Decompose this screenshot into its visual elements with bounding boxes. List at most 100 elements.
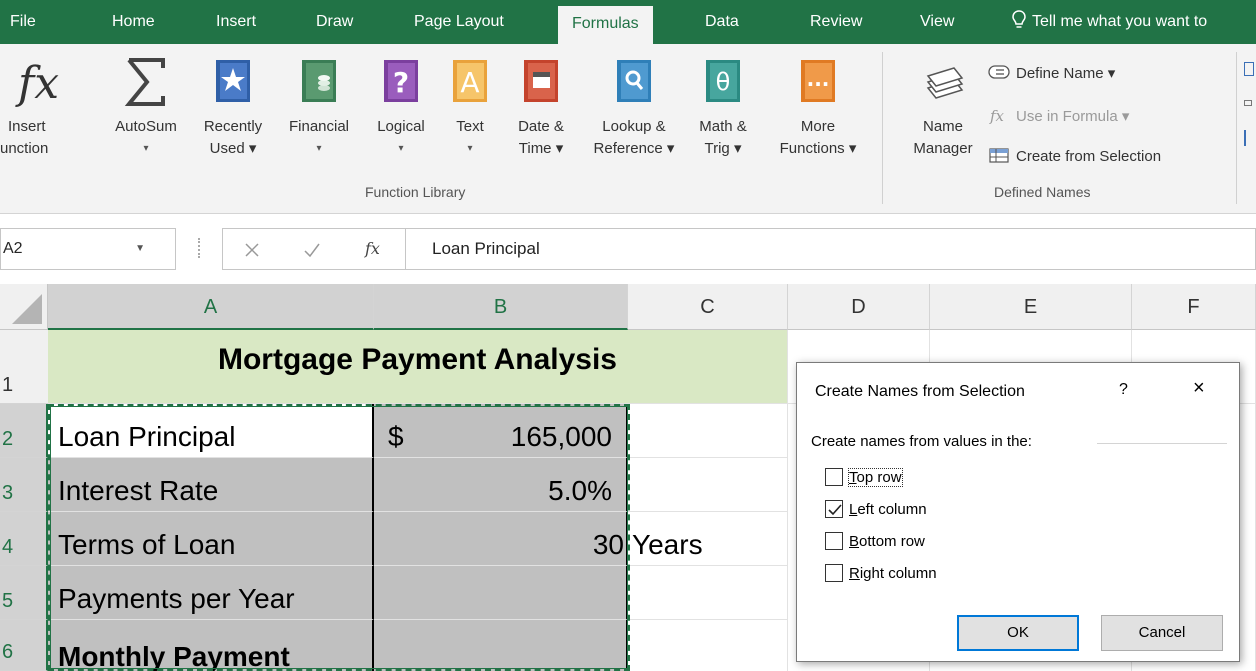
checkbox-unchecked-icon xyxy=(825,564,843,582)
define-name-button[interactable]: Define Name ▾ xyxy=(988,64,1115,82)
dialog-group-label: Create names from values in the: xyxy=(811,433,1032,450)
text-book-icon: A xyxy=(453,60,487,102)
cell-b4[interactable]: 30 xyxy=(374,512,628,566)
more-functions-button[interactable]: ... More Functions ▾ xyxy=(766,54,870,160)
tab-file[interactable]: File xyxy=(10,0,36,44)
title-cell[interactable]: Mortgage Payment Analysis xyxy=(48,330,788,404)
defined-names-group-label: Defined Names xyxy=(994,184,1091,200)
use-in-formula-icon: fx xyxy=(989,107,1005,125)
dialog-title: Create Names from Selection xyxy=(815,383,1025,400)
ok-button[interactable]: OK xyxy=(957,615,1079,651)
star-book-icon xyxy=(216,60,250,102)
bottom-row-checkbox[interactable]: Bottom row xyxy=(825,529,925,553)
cell-c6[interactable] xyxy=(628,620,788,671)
tab-insert[interactable]: Insert xyxy=(216,0,256,44)
cell-a2[interactable]: Loan Principal xyxy=(48,404,374,458)
lightbulb-icon xyxy=(1012,10,1026,28)
column-header-e[interactable]: E xyxy=(930,284,1132,330)
tab-home[interactable]: Home xyxy=(112,0,155,44)
tab-data[interactable]: Data xyxy=(705,0,739,44)
create-from-selection-icon xyxy=(989,148,1009,163)
cell-c2[interactable] xyxy=(628,404,788,458)
date-time-button[interactable]: Date & Time ▾ xyxy=(506,54,576,160)
sigma-icon xyxy=(124,58,165,106)
cell-b2[interactable]: $ 165,000 xyxy=(374,404,628,458)
ribbon-tab-bar: File Home Insert Draw Page Layout Formul… xyxy=(0,0,1256,44)
autosum-button[interactable]: AutoSum ▾ xyxy=(102,54,190,160)
row-header-4[interactable]: 4 xyxy=(0,512,48,566)
cell-a3[interactable]: Interest Rate xyxy=(48,458,374,512)
name-box[interactable]: A2 ▼ xyxy=(0,228,176,270)
column-header-c[interactable]: C xyxy=(628,284,788,330)
cell-c4[interactable]: Years xyxy=(628,512,788,566)
right-column-checkbox[interactable]: Right column xyxy=(825,561,937,585)
recently-used-button[interactable]: Recently Used ▾ xyxy=(192,54,274,160)
select-all-triangle-icon xyxy=(12,294,42,324)
chevron-down-icon[interactable]: ▼ xyxy=(135,229,145,269)
checkbox-unchecked-icon xyxy=(825,468,843,486)
left-column-checkbox[interactable]: Left column xyxy=(825,497,927,521)
top-row-checkbox[interactable]: Top row xyxy=(825,465,903,489)
row-header-2[interactable]: 2 xyxy=(0,404,48,458)
cell-c5[interactable] xyxy=(628,566,788,620)
insert-function-button[interactable]: fx Insert unction xyxy=(0,54,84,160)
svg-text:?: ? xyxy=(393,66,409,99)
cell-a4[interactable]: Terms of Loan xyxy=(48,512,374,566)
cell-b5[interactable] xyxy=(374,566,628,620)
column-header-d[interactable]: D xyxy=(788,284,930,330)
cell-a5[interactable]: Payments per Year xyxy=(48,566,374,620)
cancel-icon[interactable] xyxy=(243,241,261,259)
group-divider xyxy=(1097,443,1227,444)
tab-view[interactable]: View xyxy=(920,0,954,44)
row-header-5[interactable]: 5 xyxy=(0,566,48,620)
create-from-selection-button[interactable]: Create from Selection xyxy=(988,146,1161,165)
svg-text:fx: fx xyxy=(15,58,59,109)
svg-text:θ: θ xyxy=(716,68,731,96)
function-library-group-label: Function Library xyxy=(365,184,466,200)
name-manager-icon xyxy=(926,67,964,99)
define-name-icon xyxy=(988,65,1010,79)
tab-page-layout[interactable]: Page Layout xyxy=(414,0,504,44)
tab-draw[interactable]: Draw xyxy=(316,0,353,44)
tab-review[interactable]: Review xyxy=(810,0,862,44)
svg-text:A: A xyxy=(460,66,479,99)
magnifier-book-icon xyxy=(617,60,651,102)
column-header-a[interactable]: A xyxy=(48,284,374,330)
formula-buttons: fx xyxy=(222,228,406,270)
text-button[interactable]: A Text ▾ xyxy=(440,54,500,160)
column-header-f[interactable]: F xyxy=(1132,284,1256,330)
use-in-formula-button[interactable]: fx Use in Formula ▾ xyxy=(988,106,1129,125)
close-icon[interactable]: × xyxy=(1193,377,1205,400)
svg-text:fx: fx xyxy=(364,239,380,258)
svg-text:fx: fx xyxy=(989,107,1005,124)
cell-b3[interactable]: 5.0% xyxy=(374,458,628,512)
checkbox-unchecked-icon xyxy=(825,532,843,550)
calendar-book-icon xyxy=(524,60,558,102)
question-book-icon: ? xyxy=(384,60,418,102)
theta-book-icon: θ xyxy=(706,60,740,102)
insert-function-icon[interactable]: fx xyxy=(363,237,385,259)
cell-a6[interactable]: Monthly Payment xyxy=(48,620,374,671)
logical-button[interactable]: ? Logical ▾ xyxy=(366,54,436,160)
math-trig-button[interactable]: θ Math & Trig ▾ xyxy=(688,54,758,160)
formula-bar-grip xyxy=(198,238,202,258)
tell-me-box[interactable]: Tell me what you want to xyxy=(1012,0,1207,44)
fx-icon: fx xyxy=(15,58,59,109)
cell-b6[interactable] xyxy=(374,620,628,671)
cancel-button[interactable]: Cancel xyxy=(1101,615,1223,651)
column-header-b[interactable]: B xyxy=(374,284,628,330)
tab-formulas[interactable]: Formulas xyxy=(558,6,653,44)
financial-book-icon xyxy=(302,60,336,102)
name-manager-button[interactable]: Name Manager xyxy=(908,54,978,160)
svg-text:...: ... xyxy=(807,67,830,91)
help-icon[interactable]: ? xyxy=(1119,381,1128,399)
cell-c3[interactable] xyxy=(628,458,788,512)
select-all-corner[interactable] xyxy=(0,284,48,330)
financial-button[interactable]: Financial ▾ xyxy=(276,54,362,160)
row-header-1[interactable]: 1 xyxy=(0,330,48,404)
row-header-6[interactable]: 6 xyxy=(0,620,48,671)
enter-check-icon[interactable] xyxy=(303,241,321,259)
formula-input[interactable]: Loan Principal xyxy=(406,228,1256,270)
row-header-3[interactable]: 3 xyxy=(0,458,48,512)
lookup-reference-button[interactable]: Lookup & Reference ▾ xyxy=(582,54,686,160)
